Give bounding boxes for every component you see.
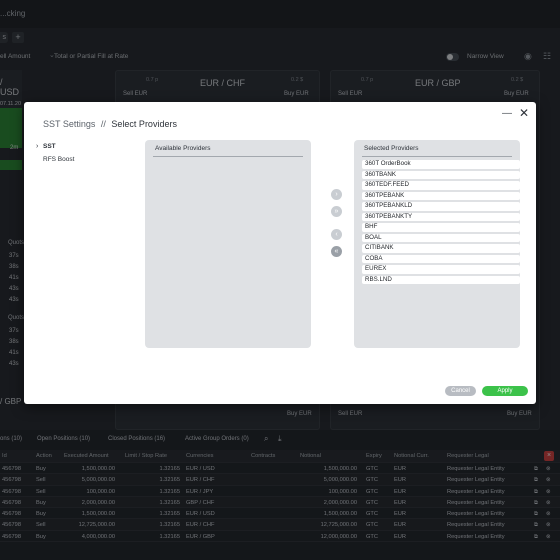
settings-nav: › SST RFS Boost [36,142,136,168]
minimize-icon[interactable]: — [502,108,512,119]
chevron-right-icon: › [36,143,39,150]
divider [362,156,512,157]
provider-item[interactable]: EUREX [362,265,520,274]
nav-item-label: RFS Boost [43,156,75,163]
available-providers-panel[interactable]: Available Providers [145,140,311,348]
nav-item-label: SST [43,143,56,150]
panel-header: Selected Providers [364,145,419,152]
breadcrumb-root[interactable]: SST Settings [43,119,95,129]
provider-item[interactable]: RBS.LND [362,275,520,285]
divider [153,156,303,157]
apply-button[interactable]: Apply [482,386,528,396]
provider-item[interactable]: CITIBANK [362,244,520,253]
select-providers-dialog: SST Settings // Select Providers — ✕ › S… [24,102,536,404]
provider-item[interactable]: COBA [362,254,520,264]
breadcrumb-separator: // [100,119,106,129]
move-right-icon[interactable]: › [331,189,342,200]
provider-item[interactable]: BOAL [362,233,520,243]
move-left-icon[interactable]: ‹ [331,229,342,240]
provider-item[interactable]: 360TPEBANKTY [362,212,520,222]
breadcrumb-current: Select Providers [111,119,177,129]
provider-item[interactable]: 360T OrderBook [362,160,520,169]
provider-item[interactable]: 360TPEBANK [362,191,520,201]
provider-item[interactable]: 360TEDF.FEED [362,181,520,190]
provider-item[interactable]: 360TBANK [362,170,520,180]
selected-providers-panel: Selected Providers 360T OrderBook 360TBAN… [354,140,520,348]
nav-item-rfs-boost[interactable]: RFS Boost [36,155,136,168]
close-icon[interactable]: ✕ [519,106,529,120]
panel-header: Available Providers [155,145,211,152]
move-all-right-icon[interactable]: » [331,206,342,217]
move-all-left-icon[interactable]: « [331,246,342,257]
nav-item-sst[interactable]: › SST [36,142,136,155]
dialog-title: SST Settings // Select Providers [43,119,177,129]
cancel-button[interactable]: Cancel [445,386,476,396]
provider-item[interactable]: 360TPEBANKLD [362,202,520,211]
provider-item[interactable]: BHF [362,223,520,232]
